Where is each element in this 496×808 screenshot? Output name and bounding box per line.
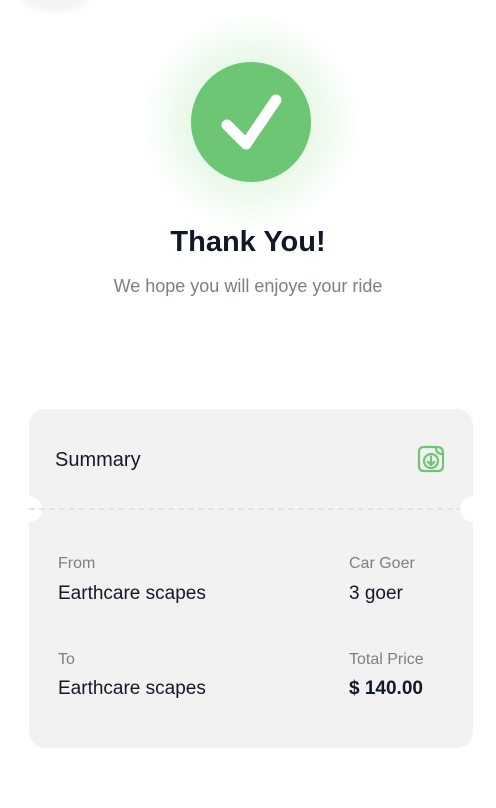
download-button[interactable] [417, 445, 445, 473]
from-value: Earthcare scapes [58, 583, 206, 604]
dashed-divider [29, 508, 473, 510]
summary-title: Summary [55, 449, 141, 471]
to-value: Earthcare scapes [58, 678, 206, 699]
car-goer-value: 3 goer [349, 583, 403, 604]
from-label: From [58, 555, 96, 572]
total-price-label: Total Price [349, 651, 424, 668]
page-subtitle: We hope you will enjoye your ride [113, 276, 383, 296]
car-goer-label: Car Goer [349, 555, 415, 572]
ride-confirmation-screen: Thank You! We hope you will enjoye your … [0, 0, 496, 808]
total-price-value: $ 140.00 [349, 678, 423, 699]
page-title: Thank You! [170, 226, 326, 258]
decorative-blob [20, 0, 90, 12]
check-icon [221, 94, 282, 150]
to-label: To [58, 651, 75, 668]
download-icon [417, 445, 445, 473]
success-badge [191, 62, 311, 182]
summary-card: Summary From Earthcare scapes Car Goer 3… [16, 409, 486, 748]
ticket-notch-right [460, 496, 486, 522]
